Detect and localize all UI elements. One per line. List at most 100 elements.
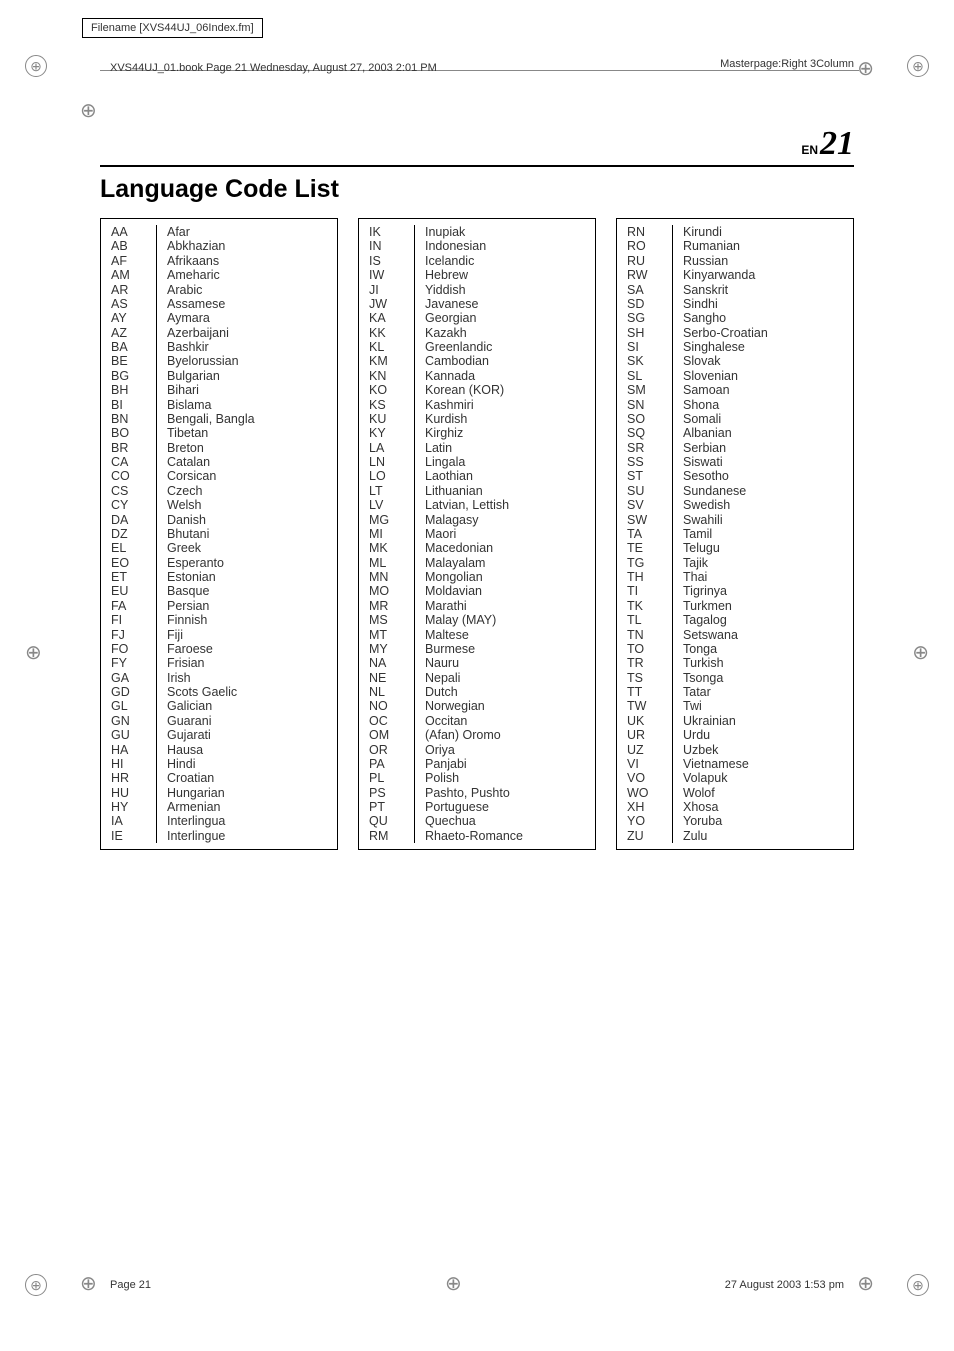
lang-code: CO [111,469,156,483]
lang-code: ST [627,469,672,483]
lang-code: AS [111,297,156,311]
lang-code: GL [111,699,156,713]
book-info-label: XVS44UJ_01.book Page 21 Wednesday, Augus… [110,62,437,74]
lang-name: Samoan [683,383,853,397]
lang-code: HA [111,743,156,757]
lang-name: Faroese [167,642,337,656]
lang-name: Kazakh [425,326,595,340]
language-column-2: IKINISIWJIJWKAKKKLKMKNKOKSKUKYLALNLOLTLV… [358,218,596,850]
lang-code: SW [627,513,672,527]
lang-code: SG [627,311,672,325]
lang-code: TR [627,656,672,670]
lang-name: Wolof [683,786,853,800]
lang-name: Czech [167,484,337,498]
lang-code: VI [627,757,672,771]
lang-code: IK [369,225,414,239]
lang-name: Gujarati [167,728,337,742]
lang-name: Malay (MAY) [425,613,595,627]
language-column-1: AAABAFAMARASAYAZBABEBGBHBIBNBOBRCACOCSCY… [100,218,338,850]
lang-name: Telugu [683,541,853,555]
lang-name: Icelandic [425,254,595,268]
lang-code: AY [111,311,156,325]
lang-code: NE [369,671,414,685]
lang-name: Shona [683,398,853,412]
lang-code: LN [369,455,414,469]
lang-code: CY [111,498,156,512]
registration-mark-icon [907,55,929,77]
lang-name: Estonian [167,570,337,584]
lang-code: BI [111,398,156,412]
lang-code: BH [111,383,156,397]
footer-date: 27 August 2003 1:53 pm [725,1279,844,1291]
lang-name: Hebrew [425,268,595,282]
lang-name: Tibetan [167,426,337,440]
language-column-3: RNRORURWSASDSGSHSISKSLSMSNSOSQSRSSSTSUSV… [616,218,854,850]
lang-name: Kinyarwanda [683,268,853,282]
lang-code: MK [369,541,414,555]
lang-code: LA [369,441,414,455]
lang-name: Thai [683,570,853,584]
page-number: 21 [820,125,854,162]
lang-code: TG [627,556,672,570]
lang-code: XH [627,800,672,814]
lang-name: Kurdish [425,412,595,426]
lang-code: SS [627,455,672,469]
lang-name: Lithuanian [425,484,595,498]
lang-name: Quechua [425,814,595,828]
lang-code: BA [111,340,156,354]
lang-name: Tagalog [683,613,853,627]
lang-code: AF [111,254,156,268]
lang-name: Tatar [683,685,853,699]
lang-code: RN [627,225,672,239]
lang-name: Hindi [167,757,337,771]
lang-code: RO [627,239,672,253]
lang-code: BG [111,369,156,383]
lang-name: Russian [683,254,853,268]
lang-code: MS [369,613,414,627]
lang-code: KS [369,398,414,412]
lang-name: Ukrainian [683,714,853,728]
lang-name: Guarani [167,714,337,728]
lang-code: SK [627,354,672,368]
lang-code: CA [111,455,156,469]
lang-code: MG [369,513,414,527]
lang-code: IA [111,814,156,828]
lang-name: Xhosa [683,800,853,814]
lang-name: Latvian, Lettish [425,498,595,512]
lang-name: Abkhazian [167,239,337,253]
lang-code: NL [369,685,414,699]
lang-code: IS [369,254,414,268]
lang-code: AZ [111,326,156,340]
lang-name: Finnish [167,613,337,627]
lang-name: Sesotho [683,469,853,483]
lang-code: SO [627,412,672,426]
lang-name: Scots Gaelic [167,685,337,699]
lang-name: Afrikaans [167,254,337,268]
lang-code: UK [627,714,672,728]
lang-code: TN [627,628,672,642]
lang-name: Twi [683,699,853,713]
lang-code: LO [369,469,414,483]
lang-name: Bihari [167,383,337,397]
lang-name: Dutch [425,685,595,699]
lang-name: Turkmen [683,599,853,613]
lang-name: Tigrinya [683,584,853,598]
lang-name: Lingala [425,455,595,469]
lang-name: Volapuk [683,771,853,785]
lang-code: BR [111,441,156,455]
lang-name: Breton [167,441,337,455]
crop-mark-icon: ⊕ [857,1271,874,1296]
lang-code: TL [627,613,672,627]
lang-code: TO [627,642,672,656]
lang-name: Georgian [425,311,595,325]
lang-name: Malagasy [425,513,595,527]
lang-name: Kirghiz [425,426,595,440]
lang-name: Pashto, Pushto [425,786,595,800]
lang-name: Siswati [683,455,853,469]
lang-name: Slovenian [683,369,853,383]
lang-name: Rhaeto-Romance [425,829,595,843]
lang-name: Interlingua [167,814,337,828]
registration-mark-icon [25,1274,47,1296]
lang-code: GA [111,671,156,685]
lang-name: Hausa [167,743,337,757]
